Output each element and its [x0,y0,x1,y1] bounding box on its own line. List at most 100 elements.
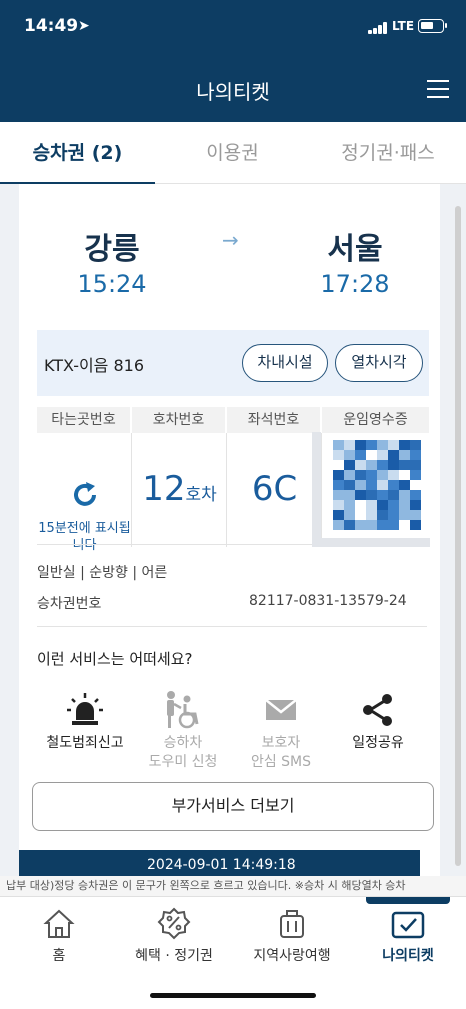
qr-module [344,470,355,480]
qr-module [388,450,399,460]
nav-local-travel[interactable]: 지역사랑여행 [240,897,344,977]
qr-module [344,480,355,490]
qr-module [410,520,421,530]
qr-module [377,440,388,450]
qr-module [355,480,366,490]
status-time: 14:49 [24,16,79,36]
qr-module [388,500,399,510]
qr-module [388,460,399,470]
platform-note: 15분전에 표시됩니다 [38,521,131,553]
ticket-number-label: 승차권번호 [37,596,102,612]
nav-home[interactable]: 홈 [15,897,103,977]
nav-label: 지역사랑여행 [253,948,331,964]
qr-module [333,520,344,530]
issued-timestamp: 2024-09-01 14:49:18 [19,850,420,876]
qr-module [333,490,344,500]
mail-icon [265,699,297,720]
refresh-icon[interactable] [70,480,100,510]
seat-number: 6C [251,469,298,509]
service-sublabel: 도우미 신청 [148,754,218,770]
tab-passes[interactable]: 이용권 [155,122,310,184]
receipt-qr-code[interactable] [333,440,421,530]
qr-frame-left [312,432,321,544]
service-crime-report[interactable]: 철도범죄신고 [30,690,140,753]
nav-benefits[interactable]: 혜택 · 정기권 [118,897,230,977]
qr-module [366,470,377,480]
qr-module [377,450,388,460]
qr-module [355,470,366,480]
qr-module [399,470,410,480]
share-icon [363,694,392,726]
qr-module [344,490,355,500]
train-name: KTX-이음 816 [44,356,145,375]
qr-module [344,440,355,450]
train-info-bar: KTX-이음 816 차내시설 열차시각 [37,330,429,396]
nav-label: 나의티켓 [382,948,434,964]
qr-module [388,440,399,450]
qr-module [410,440,421,450]
qr-module [388,520,399,530]
qr-module [344,520,355,530]
qr-module [410,450,421,460]
qr-module [388,480,399,490]
qr-module [377,470,388,480]
qr-module [377,500,388,510]
service-label: 일정공유 [352,735,404,751]
seat-cell: 6C [227,433,322,547]
arrival-time: 17:28 [320,270,390,298]
qr-module [366,480,377,490]
qr-module [344,460,355,470]
more-services-button[interactable]: 부가서비스 더보기 [32,782,434,831]
qr-module [399,440,410,450]
qr-module [399,500,410,510]
timetable-button[interactable]: 열차시각 [335,344,423,382]
tab-tickets[interactable]: 승차권 (2) [0,122,155,185]
qr-module [366,510,377,520]
service-share-schedule[interactable]: 일정공유 [323,690,433,753]
qr-module [355,460,366,470]
qr-module [388,470,399,480]
scrollbar[interactable] [455,206,461,866]
services-title: 이런 서비스는 어떠세요? [37,650,193,668]
qr-module [410,470,421,480]
qr-module [399,510,410,520]
siren-icon [67,693,103,725]
qr-module [366,520,377,530]
wheelchair-assist-icon [167,691,199,729]
header-platform: 타는곳번호 [37,407,130,433]
luggage-icon [280,910,304,938]
qr-module [399,520,410,530]
hamburger-menu-icon[interactable] [427,78,449,100]
header-seat: 좌석번호 [227,407,320,433]
platform-cell: 15분전에 표시됩니다 [37,433,132,553]
qr-module [333,460,344,470]
car-cell: 12호차 [132,433,227,547]
ticket-type: 일반실 | 순방향 | 어른 [37,565,168,581]
nav-my-ticket[interactable]: 나의티켓 [366,897,450,977]
service-label: 승하차 [163,735,203,751]
qr-module [333,500,344,510]
ticket-number: 82117-0831-13579-24 [249,593,407,609]
tab-season-pass[interactable]: 정기권·패스 [310,122,466,184]
qr-module [333,450,344,460]
service-guardian-sms[interactable]: 보호자 안심 SMS [226,690,336,772]
discount-icon [157,907,191,940]
qr-module [355,450,366,460]
network-label: LTE [392,19,415,33]
signal-icon [368,22,388,34]
facilities-button[interactable]: 차내시설 [242,344,328,382]
battery-icon [418,19,447,33]
nav-label: 홈 [52,948,66,964]
qr-module [399,490,410,500]
qr-module [366,490,377,500]
qr-module [410,510,421,520]
qr-module [355,490,366,500]
qr-module [333,510,344,520]
qr-module [355,440,366,450]
qr-module [333,470,344,480]
qr-module [388,490,399,500]
qr-module [366,440,377,450]
service-boarding-assist[interactable]: 승하차 도우미 신청 [128,690,238,772]
qr-frame-bottom [312,538,430,547]
qr-module [399,460,410,470]
